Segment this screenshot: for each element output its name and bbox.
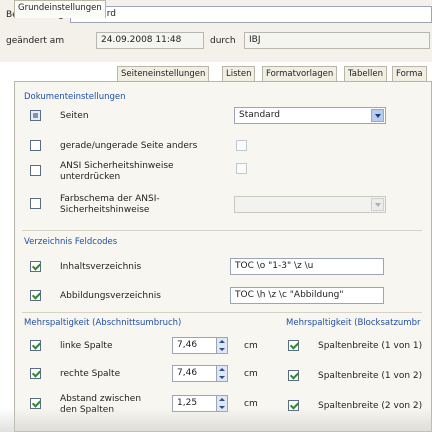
farbschema-select[interactable] bbox=[234, 196, 386, 213]
seiten-label: Seiten bbox=[60, 111, 89, 121]
group-title-dokument: Dokumenteinstellungen bbox=[24, 92, 126, 102]
arrow-up-icon[interactable] bbox=[219, 398, 225, 401]
bottom-fade bbox=[0, 408, 432, 432]
geaendert-label: geändert am bbox=[6, 36, 65, 46]
inhaltsverzeichnis-checkbox[interactable] bbox=[30, 261, 41, 272]
farbschema-label: Farbschema der ANSI-Sicherheitshinweise bbox=[60, 194, 160, 215]
rechte-spalte-spinner[interactable]: 7,46 bbox=[172, 365, 228, 382]
tab-grundeinstellungen[interactable]: Grundeinstellungen bbox=[14, 0, 106, 18]
farbschema-checkbox[interactable] bbox=[30, 198, 41, 209]
ansi-hinweise-label: ANSI Sicherheitshinweise unterdrücken bbox=[60, 161, 174, 182]
ansi-hinweise-checkbox[interactable] bbox=[30, 165, 41, 176]
spaltenbreite-1v1-checkbox[interactable] bbox=[288, 340, 299, 351]
ansi-hinweise-value-checkbox[interactable] bbox=[236, 163, 247, 174]
linke-spalte-checkbox[interactable] bbox=[30, 340, 41, 351]
spinner-buttons[interactable] bbox=[216, 338, 227, 353]
inhaltsverzeichnis-field[interactable]: TOC \o "1-3" \z \u bbox=[230, 258, 384, 275]
arrow-down-icon[interactable] bbox=[219, 376, 225, 379]
tab-tabellen[interactable]: Tabellen bbox=[344, 66, 387, 81]
seiten-dropdown-button[interactable] bbox=[371, 109, 384, 122]
linke-spalte-value: 7,46 bbox=[177, 340, 198, 350]
rechte-spalte-checkbox[interactable] bbox=[30, 368, 41, 379]
durch-field: IBJ bbox=[244, 32, 430, 49]
abbildungsverzeichnis-field[interactable]: TOC \h \z \c "Abbildung" bbox=[230, 287, 384, 304]
group-title-mehrspaltig-abschnitt: Mehrspaltigkeit (Abschnittsumbruch) bbox=[24, 318, 182, 328]
tab-forma[interactable]: Forma bbox=[392, 66, 427, 81]
rechte-spalte-unit: cm bbox=[244, 369, 258, 379]
arrow-down-icon[interactable] bbox=[219, 348, 225, 351]
geaendert-field: 24.09.2008 11:48 bbox=[96, 32, 204, 49]
arrow-up-icon[interactable] bbox=[219, 368, 225, 371]
seiten-select-value: Standard bbox=[239, 110, 280, 120]
inhaltsverzeichnis-label: Inhaltsverzeichnis bbox=[60, 262, 142, 272]
abbildungsverzeichnis-label: Abbildungsverzeichnis bbox=[60, 291, 161, 301]
rechte-spalte-label: rechte Spalte bbox=[60, 369, 121, 379]
spaltenbreite-1v1-label: Spaltenbreite (1 von 1) bbox=[318, 341, 423, 351]
gerade-ungerade-checkbox[interactable] bbox=[30, 140, 41, 151]
spaltenbreite-1v2-checkbox[interactable] bbox=[288, 370, 299, 381]
chevron-down-icon bbox=[375, 203, 381, 207]
durch-label: durch bbox=[210, 36, 236, 46]
seiten-select[interactable]: Standard bbox=[234, 107, 386, 124]
seiten-checkbox[interactable] bbox=[30, 110, 41, 121]
gerade-ungerade-label: gerade/ungerade Seite anders bbox=[60, 141, 198, 151]
bezeichnung-field[interactable]: Standard bbox=[70, 6, 432, 23]
tab-listen[interactable]: Listen bbox=[222, 66, 256, 81]
linke-spalte-label: linke Spalte bbox=[60, 341, 113, 351]
gerade-ungerade-value-checkbox[interactable] bbox=[236, 140, 247, 151]
abstand-value: 1,25 bbox=[177, 398, 198, 408]
linke-spalte-spinner[interactable]: 7,46 bbox=[172, 337, 228, 354]
divider bbox=[22, 230, 422, 231]
abbildungsverzeichnis-checkbox[interactable] bbox=[30, 290, 41, 301]
rechte-spalte-value: 7,46 bbox=[177, 368, 198, 378]
linke-spalte-unit: cm bbox=[244, 341, 258, 351]
tab-seiteneinstellungen[interactable]: Seiteneinstellungen bbox=[117, 66, 210, 81]
tab-formatvorlagen[interactable]: Formatvorlagen bbox=[262, 66, 338, 81]
farbschema-dropdown-button[interactable] bbox=[371, 198, 384, 211]
arrow-up-icon[interactable] bbox=[219, 340, 225, 343]
divider bbox=[22, 312, 422, 313]
spinner-buttons[interactable] bbox=[216, 366, 227, 381]
chevron-down-icon bbox=[375, 114, 381, 118]
group-title-verzeichnis: Verzeichnis Feldcodes bbox=[24, 237, 118, 247]
spaltenbreite-1v2-label: Spaltenbreite (1 von 2) bbox=[318, 371, 423, 381]
group-title-mehrspaltig-block: Mehrspaltigkeit (Blocksatzumbr bbox=[286, 318, 421, 328]
